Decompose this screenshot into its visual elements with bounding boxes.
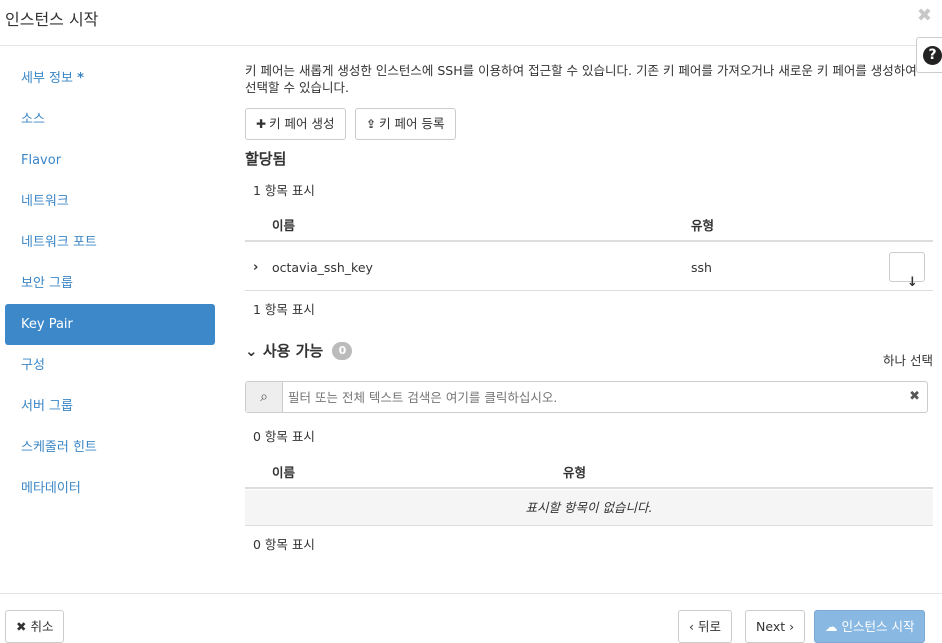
modal-header: 인스턴스 시작 ✖ <box>0 0 942 46</box>
available-count-bottom: 0 항목 표시 <box>253 537 315 552</box>
available-count-badge: 0 <box>332 342 353 360</box>
cloud-upload-icon: ☁ <box>825 619 838 634</box>
sidebar-item-networks[interactable]: 네트워크 <box>5 181 215 222</box>
plus-icon: ✚ <box>256 117 267 131</box>
deallocate-button[interactable]: ↓ <box>889 252 925 290</box>
allocated-count-bottom: 1 항목 표시 <box>253 302 315 317</box>
required-marker: * <box>77 71 84 86</box>
column-header-type: 유형 <box>563 465 587 480</box>
key-pair-name: octavia_ssh_key <box>272 260 373 275</box>
cancel-button[interactable]: ✖ 취소 <box>5 610 65 643</box>
wizard-sidebar: 세부 정보 * 소스 Flavor 네트워크 네트워크 포트 보안 그룹 Key… <box>5 58 215 509</box>
column-header-type: 유형 <box>691 218 715 233</box>
button-label: 키 페어 등록 <box>379 116 445 131</box>
sidebar-item-details[interactable]: 세부 정보 * <box>5 58 215 99</box>
available-table-header: 이름 유형 <box>245 453 933 489</box>
available-label: 사용 가능 <box>262 342 324 360</box>
question-icon: ? <box>923 46 942 65</box>
button-label: 인스턴스 시작 <box>841 619 915 634</box>
empty-table-message: 표시할 항목이 없습니다. <box>245 490 933 526</box>
sidebar-item-source[interactable]: 소스 <box>5 99 215 140</box>
column-header-name: 이름 <box>272 218 296 233</box>
available-heading[interactable]: ⌄ 사용 가능 0 <box>245 340 353 361</box>
upload-icon: ⇪ <box>366 117 377 131</box>
sidebar-item-configuration[interactable]: 구성 <box>5 345 215 386</box>
help-text: 키 페어는 새롭게 생성한 인스턴스에 SSH를 이용하여 접근할 수 있습니다… <box>245 63 917 95</box>
button-label: 취소 <box>30 619 54 634</box>
modal-footer: ✖ 취소 ‹ 뒤로 Next › ☁ 인스턴스 시작 <box>0 593 942 643</box>
sidebar-item-metadata[interactable]: 메타데이터 <box>5 468 215 509</box>
import-key-pair-button[interactable]: ⇪ 키 페어 등록 <box>355 108 456 140</box>
button-label: 뒤로 <box>697 619 721 634</box>
sidebar-item-scheduler-hints[interactable]: 스케줄러 힌트 <box>5 427 215 468</box>
allocated-table-header: 이름 유형 <box>245 206 933 242</box>
close-icon: ✖ <box>16 619 27 634</box>
sidebar-item-network-ports[interactable]: 네트워크 포트 <box>5 222 215 263</box>
chevron-right-icon: › <box>789 619 795 634</box>
chevron-down-icon: ⌄ <box>245 342 258 360</box>
button-label: 키 페어 생성 <box>269 116 335 131</box>
arrow-down-icon: ↓ <box>907 275 918 290</box>
sidebar-item-key-pair[interactable]: Key Pair <box>5 304 215 345</box>
chevron-right-icon[interactable]: › <box>253 260 258 275</box>
table-row: › octavia_ssh_key ssh ↓ <box>245 244 933 291</box>
sidebar-item-label: 세부 정보 <box>21 71 73 86</box>
column-header-name: 이름 <box>272 465 296 480</box>
select-one-hint: 하나 선택 <box>883 353 933 368</box>
button-label: Next <box>756 619 786 634</box>
launch-instance-button[interactable]: ☁ 인스턴스 시작 <box>814 610 926 643</box>
modal-title: 인스턴스 시작 <box>5 10 99 29</box>
allocated-count-top: 1 항목 표시 <box>253 183 315 198</box>
search-icon: ⌕ <box>246 382 283 412</box>
close-icon[interactable]: ✖ <box>917 5 932 26</box>
next-button[interactable]: Next › <box>745 610 806 643</box>
filter-bar: ⌕ ✖ <box>245 381 928 413</box>
clear-icon[interactable]: ✖ <box>909 389 920 404</box>
chevron-left-icon: ‹ <box>689 619 694 634</box>
sidebar-item-flavor[interactable]: Flavor <box>5 140 215 181</box>
back-button[interactable]: ‹ 뒤로 <box>678 610 732 643</box>
allocated-heading: 할당됨 <box>245 150 287 168</box>
create-key-pair-button[interactable]: ✚ 키 페어 생성 <box>245 108 346 140</box>
available-count-top: 0 항목 표시 <box>253 429 315 444</box>
key-pair-type: ssh <box>691 260 712 275</box>
sidebar-item-security-groups[interactable]: 보안 그룹 <box>5 263 215 304</box>
sidebar-item-server-groups[interactable]: 서버 그룹 <box>5 386 215 427</box>
search-input[interactable] <box>288 382 888 412</box>
